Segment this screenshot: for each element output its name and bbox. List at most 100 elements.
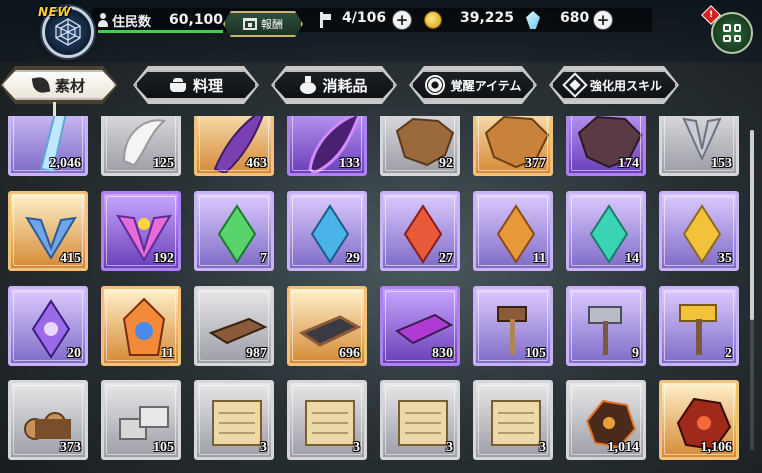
item-quantity: 92 <box>439 156 453 171</box>
slot-frame <box>199 385 269 455</box>
item-slot[interactable]: 3 <box>380 380 460 460</box>
item-quantity: 125 <box>153 156 174 171</box>
item-slot[interactable]: 3 <box>287 380 367 460</box>
item-slot[interactable]: 3 <box>473 380 553 460</box>
item-slot[interactable]: 11 <box>473 191 553 271</box>
item-quantity: 377 <box>525 156 546 171</box>
leaf-icon <box>32 76 51 95</box>
item-slot[interactable]: 133 <box>287 116 367 176</box>
resident-value: 60,100 <box>169 12 224 28</box>
item-grid-scrollbar[interactable] <box>750 130 754 450</box>
item-quantity: 29 <box>346 251 360 266</box>
item-slot[interactable]: 35 <box>659 191 739 271</box>
item-quantity: 830 <box>432 346 453 361</box>
item-quantity: 463 <box>246 156 267 171</box>
reward-label: 報酬 <box>261 18 283 31</box>
slot-frame <box>199 196 269 266</box>
item-slot[interactable]: 696 <box>287 286 367 366</box>
item-grid: 2,046 125 463 133 92 377 174 153 415 192 7 29 27 11 14… <box>0 116 750 473</box>
item-quantity: 2 <box>725 346 732 361</box>
item-slot[interactable]: 14 <box>566 191 646 271</box>
resident-progress-fill <box>98 30 223 33</box>
reward-box-icon <box>243 18 257 30</box>
tab-materials[interactable]: 素材 <box>2 70 116 100</box>
person-icon <box>98 13 108 27</box>
item-quantity: 373 <box>60 440 81 455</box>
item-slot[interactable]: 373 <box>8 380 88 460</box>
tab-label: 消耗品 <box>322 76 368 95</box>
item-quantity: 192 <box>153 251 174 266</box>
item-slot[interactable]: 20 <box>8 286 88 366</box>
item-slot[interactable]: 2 <box>659 286 739 366</box>
tab-enhancement-skills[interactable]: 強化用スキル <box>551 70 677 100</box>
tab-cooking[interactable]: 料理 <box>135 70 257 100</box>
tab-label: 強化用スキル <box>589 78 662 93</box>
item-quantity: 696 <box>339 346 360 361</box>
coins-value: 39,225 <box>460 10 515 26</box>
item-quantity: 105 <box>525 346 546 361</box>
potion-icon <box>300 76 316 94</box>
item-quantity: 20 <box>67 346 81 361</box>
item-slot[interactable]: 105 <box>101 380 181 460</box>
scrollbar-thumb[interactable] <box>750 130 754 320</box>
awaken-icon <box>425 75 445 95</box>
reward-button[interactable]: 報酬 <box>223 11 303 37</box>
item-quantity: 105 <box>153 440 174 455</box>
item-slot[interactable]: 2,046 <box>8 116 88 176</box>
item-quantity: 3 <box>446 440 453 455</box>
item-quantity: 1,106 <box>700 440 733 455</box>
skill-icon <box>562 72 587 97</box>
item-quantity: 27 <box>439 251 453 266</box>
slot-frame <box>385 385 455 455</box>
resident-label: 住民数 <box>112 14 152 30</box>
item-quantity: 3 <box>260 440 267 455</box>
add-stamina-button[interactable]: + <box>393 11 411 29</box>
item-slot[interactable]: 92 <box>380 116 460 176</box>
stamina-value: 4/106 <box>342 10 387 26</box>
coin-icon <box>425 12 441 28</box>
item-quantity: 7 <box>260 251 267 266</box>
item-slot[interactable]: 987 <box>194 286 274 366</box>
item-quantity: 3 <box>539 440 546 455</box>
item-quantity: 9 <box>632 346 639 361</box>
item-slot[interactable]: 29 <box>287 191 367 271</box>
resident-progress-bar <box>98 30 223 33</box>
slot-frame <box>664 291 734 361</box>
tab-label: 素材 <box>54 76 85 95</box>
item-slot[interactable]: 415 <box>8 191 88 271</box>
item-quantity: 35 <box>718 251 732 266</box>
item-quantity: 153 <box>711 156 732 171</box>
tab-consumables[interactable]: 消耗品 <box>273 70 395 100</box>
item-quantity: 415 <box>60 251 81 266</box>
item-quantity: 174 <box>618 156 639 171</box>
item-slot[interactable]: 153 <box>659 116 739 176</box>
item-quantity: 11 <box>160 346 174 361</box>
item-slot[interactable]: 105 <box>473 286 553 366</box>
stamina-flag-icon <box>318 12 332 28</box>
web-emblem-icon <box>55 18 81 46</box>
item-quantity: 14 <box>625 251 639 266</box>
item-quantity: 133 <box>339 156 360 171</box>
item-slot[interactable]: 7 <box>194 191 274 271</box>
add-crystals-button[interactable]: + <box>594 11 612 29</box>
resident-count: 住民数 60,100 <box>98 10 223 30</box>
item-slot[interactable]: 125 <box>101 116 181 176</box>
item-slot[interactable]: 3 <box>194 380 274 460</box>
item-slot[interactable]: 192 <box>101 191 181 271</box>
tab-label: 料理 <box>192 76 223 95</box>
item-slot[interactable]: 27 <box>380 191 460 271</box>
item-slot[interactable]: 1,106 <box>659 380 739 460</box>
item-slot[interactable]: 1,014 <box>566 380 646 460</box>
item-slot[interactable]: 463 <box>194 116 274 176</box>
tab-awakening-items[interactable]: 覚醒アイテム <box>411 70 535 100</box>
active-tab-indicator <box>53 102 56 116</box>
item-slot[interactable]: 11 <box>101 286 181 366</box>
new-badge: NEW <box>38 5 71 19</box>
crystals-value: 680 <box>560 10 590 26</box>
item-slot[interactable]: 174 <box>566 116 646 176</box>
slot-frame <box>571 291 641 361</box>
grid-menu-icon <box>723 24 741 42</box>
item-slot[interactable]: 9 <box>566 286 646 366</box>
item-slot[interactable]: 377 <box>473 116 553 176</box>
item-slot[interactable]: 830 <box>380 286 460 366</box>
